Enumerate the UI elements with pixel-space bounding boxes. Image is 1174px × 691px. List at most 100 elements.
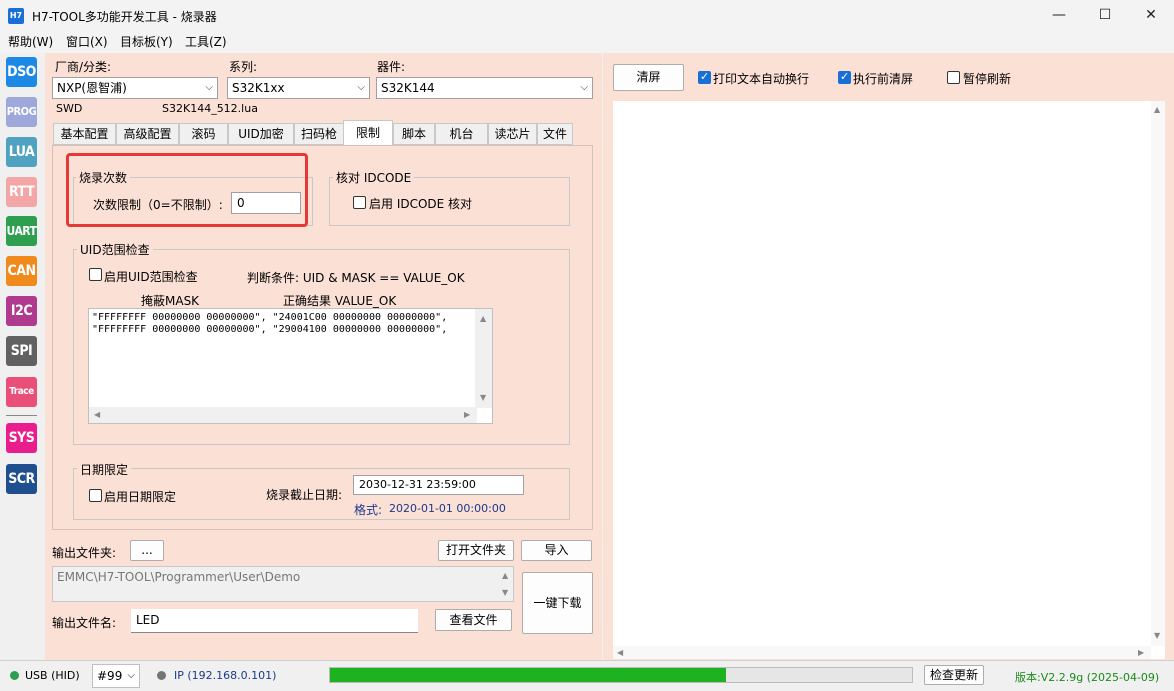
scroll-up-icon[interactable]: ▲ bbox=[480, 314, 486, 323]
output-filename-input[interactable]: LED bbox=[131, 609, 418, 633]
tool-spi-button[interactable]: SPI bbox=[6, 336, 37, 366]
horizontal-scrollbar[interactable]: ◀ ▶ bbox=[89, 407, 477, 423]
clear-screen-button[interactable]: 清屏 bbox=[613, 64, 684, 91]
tab-script[interactable]: 脚本 bbox=[393, 123, 435, 145]
tool-can-button[interactable]: CAN bbox=[6, 256, 37, 286]
output-path: EMMC\H7-TOOL\Programmer\User\Demo bbox=[57, 570, 301, 584]
tab-scanner[interactable]: 扫码枪 bbox=[294, 123, 344, 145]
vertical-scrollbar[interactable]: ▲ ▼ bbox=[475, 309, 492, 408]
one-click-download-button[interactable]: 一键下载 bbox=[522, 572, 593, 634]
output-filename-label: 输出文件名: bbox=[52, 616, 117, 630]
clear-before-checkbox[interactable] bbox=[838, 70, 851, 84]
series-select[interactable]: S32K1xx ⌵ bbox=[227, 77, 370, 99]
clear-before-label: 执行前清屏 bbox=[853, 72, 914, 86]
usb-status-icon bbox=[10, 671, 19, 680]
tab-basic-config[interactable]: 基本配置 bbox=[53, 123, 116, 145]
tool-trace-button[interactable]: Trace bbox=[6, 377, 37, 407]
idcode-enable-label: 启用 IDCODE 核对 bbox=[369, 197, 473, 211]
scroll-left-icon[interactable]: ◀ bbox=[617, 648, 623, 657]
horizontal-scrollbar[interactable]: ◀ ▶ bbox=[613, 646, 1151, 659]
date-limit-checkbox[interactable] bbox=[89, 489, 102, 502]
scroll-down-icon[interactable]: ▼ bbox=[1154, 631, 1160, 640]
device-select[interactable]: S32K144 ⌵ bbox=[376, 77, 593, 99]
tool-uart-button[interactable]: UART bbox=[6, 216, 37, 246]
scroll-down-icon[interactable]: ▼ bbox=[480, 393, 486, 402]
view-file-button[interactable]: 查看文件 bbox=[435, 609, 512, 631]
vendor-label: 厂商/分类: bbox=[55, 60, 112, 74]
device-number-value: #99 bbox=[97, 669, 123, 683]
menu-tools[interactable]: 工具(Z) bbox=[185, 33, 227, 50]
tab-uid-encrypt[interactable]: UID加密 bbox=[228, 123, 294, 145]
date-limit-title: 日期限定 bbox=[77, 461, 132, 478]
import-button[interactable]: 导入 bbox=[521, 540, 592, 561]
chevron-down-icon: ⌵ bbox=[205, 82, 213, 93]
window-title: H7-TOOL多功能开发工具 - 烧录器 bbox=[32, 10, 217, 24]
vendor-select[interactable]: NXP(恩智浦) ⌵ bbox=[52, 77, 218, 99]
scroll-down-icon[interactable]: ▼ bbox=[502, 588, 508, 597]
progress-bar-fill bbox=[330, 668, 726, 682]
usb-status-label: USB (HID) bbox=[25, 669, 80, 682]
tab-rolling-code[interactable]: 滚码 bbox=[179, 123, 228, 145]
output-path-box[interactable]: EMMC\H7-TOOL\Programmer\User\Demo ▲ ▼ bbox=[52, 566, 514, 602]
deadline-label: 烧录截止日期: bbox=[266, 488, 343, 502]
browse-folder-button[interactable]: ... bbox=[130, 540, 164, 561]
uid-condition-label: 判断条件: UID & MASK == VALUE_OK bbox=[247, 271, 465, 285]
chevron-down-icon: ⌵ bbox=[127, 670, 135, 681]
open-folder-button[interactable]: 打开文件夹 bbox=[438, 540, 514, 561]
tab-limit[interactable]: 限制 bbox=[343, 120, 393, 145]
tab-file[interactable]: 文件 bbox=[537, 123, 573, 145]
menu-target-board[interactable]: 目标板(Y) bbox=[120, 33, 173, 50]
tool-rtt-button[interactable]: RTT bbox=[6, 177, 37, 207]
tab-machine[interactable]: 机台 bbox=[435, 123, 488, 145]
menu-help[interactable]: 帮助(W) bbox=[8, 33, 53, 50]
format-label: 格式: bbox=[354, 503, 383, 517]
tool-lua-button[interactable]: LUA bbox=[6, 137, 37, 167]
menu-bar bbox=[0, 31, 1174, 53]
scroll-left-icon[interactable]: ◀ bbox=[94, 410, 100, 419]
series-select-value: S32K1xx bbox=[232, 81, 285, 95]
tool-i2c-button[interactable]: I2C bbox=[6, 296, 37, 326]
scroll-up-icon[interactable]: ▲ bbox=[1154, 105, 1160, 114]
highlight-box bbox=[66, 153, 308, 227]
value-ok-header: 正确结果 VALUE_OK bbox=[283, 294, 397, 308]
minimize-icon[interactable]: — bbox=[1036, 0, 1082, 31]
device-label: 器件: bbox=[377, 60, 406, 74]
scroll-up-icon[interactable]: ▲ bbox=[502, 571, 508, 580]
tab-advanced-config[interactable]: 高级配置 bbox=[116, 123, 179, 145]
vendor-select-value: NXP(恩智浦) bbox=[57, 81, 127, 95]
close-icon[interactable]: ✕ bbox=[1128, 0, 1174, 31]
uid-line: "FFFFFFFF 00000000 00000000", "29004100 … bbox=[92, 324, 448, 335]
pause-refresh-checkbox[interactable] bbox=[947, 71, 960, 84]
uid-range-enable-label: 启用UID范围检查 bbox=[104, 270, 198, 284]
tool-scr-button[interactable]: SCR bbox=[6, 464, 37, 494]
pause-refresh-label: 暂停刷新 bbox=[963, 72, 1012, 86]
vertical-scrollbar[interactable]: ▲ ▼ bbox=[1151, 101, 1165, 646]
autowrap-label: 打印文本自动换行 bbox=[713, 72, 810, 86]
version-label: 版本:V2.2.9g (2025-04-09) bbox=[1015, 671, 1160, 684]
scroll-right-icon[interactable]: ▶ bbox=[464, 410, 470, 419]
uid-line: "FFFFFFFF 00000000 00000000", "24001C00 … bbox=[92, 312, 448, 323]
tool-prog-button[interactable]: PROG bbox=[6, 97, 37, 127]
chevron-down-icon: ⌵ bbox=[357, 82, 365, 93]
mask-header: 掩蔽MASK bbox=[141, 294, 200, 308]
ip-status-label: IP (192.168.0.101) bbox=[174, 669, 277, 682]
check-update-button[interactable]: 检查更新 bbox=[924, 665, 984, 685]
deadline-input[interactable]: 2030-12-31 23:59:00 bbox=[353, 475, 524, 495]
scroll-right-icon[interactable]: ▶ bbox=[1138, 648, 1144, 657]
uid-range-checkbox[interactable] bbox=[89, 268, 102, 281]
uid-range-title: UID范围检查 bbox=[77, 241, 153, 258]
progress-bar bbox=[329, 667, 913, 683]
log-output-area[interactable]: ▲ ▼ ◀ ▶ bbox=[613, 101, 1165, 659]
idcode-title: 核对 IDCODE bbox=[333, 169, 415, 186]
autowrap-checkbox[interactable] bbox=[698, 70, 711, 84]
tool-dso-button[interactable]: DSO bbox=[6, 57, 37, 87]
tab-read-chip[interactable]: 读芯片 bbox=[488, 123, 537, 145]
uid-list-textarea[interactable]: "FFFFFFFF 00000000 00000000", "24001C00 … bbox=[88, 308, 493, 424]
tool-sys-button[interactable]: SYS bbox=[6, 423, 37, 453]
tool-separator bbox=[6, 415, 37, 416]
menu-window[interactable]: 窗口(X) bbox=[66, 33, 108, 50]
maximize-icon[interactable]: ☐ bbox=[1082, 0, 1128, 31]
device-number-select[interactable]: #99 ⌵ bbox=[92, 664, 140, 688]
app-icon: H7 bbox=[8, 8, 24, 24]
idcode-checkbox[interactable] bbox=[353, 196, 366, 209]
